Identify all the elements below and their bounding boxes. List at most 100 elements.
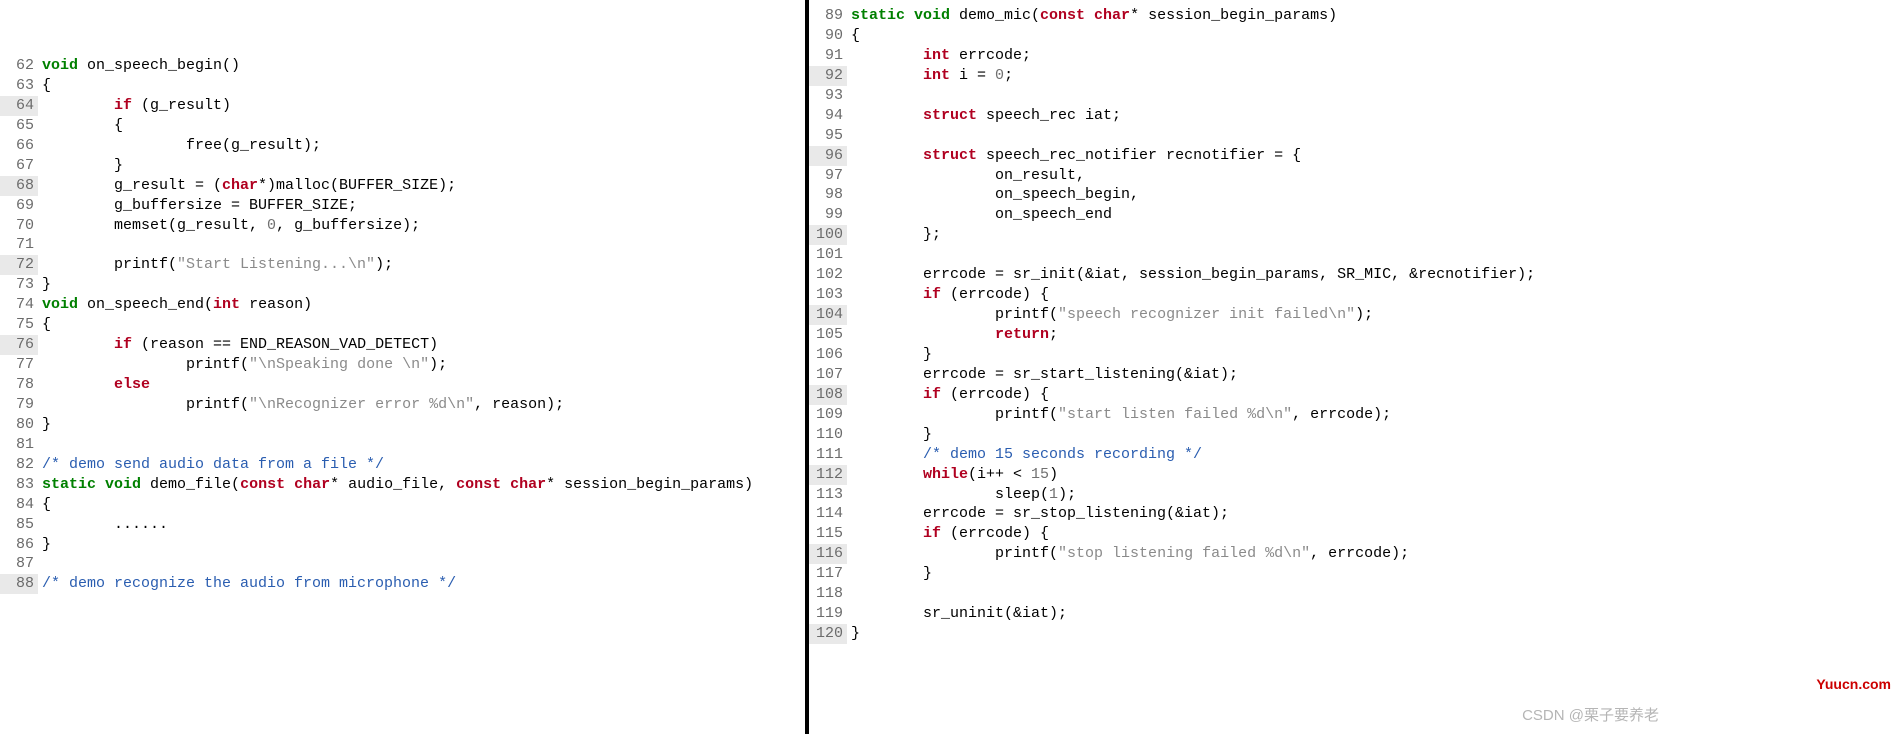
code-line: 113 sleep(1); xyxy=(809,485,1899,505)
code-line: 72 printf("Start Listening...\n"); xyxy=(0,255,805,275)
line-number: 105 xyxy=(809,325,847,345)
line-number: 114 xyxy=(809,504,847,524)
code-content: while(i++ < 15) xyxy=(847,465,1058,485)
code-content: { xyxy=(38,495,51,515)
line-number: 102 xyxy=(809,265,847,285)
code-line: 69 g_buffersize = BUFFER_SIZE; xyxy=(0,196,805,216)
line-number: 75 xyxy=(0,315,38,335)
line-number: 95 xyxy=(809,126,847,146)
line-number: 77 xyxy=(0,355,38,375)
code-content: memset(g_result, 0, g_buffersize); xyxy=(38,216,420,236)
code-line: 70 memset(g_result, 0, g_buffersize); xyxy=(0,216,805,236)
code-content: /* demo recognize the audio from microph… xyxy=(38,574,456,594)
line-number: 62 xyxy=(0,56,38,76)
code-line: 108 if (errcode) { xyxy=(809,385,1899,405)
line-number: 66 xyxy=(0,136,38,156)
code-content: void on_speech_end(int reason) xyxy=(38,295,312,315)
left-code-panel: 62void on_speech_begin()63{64 if (g_resu… xyxy=(0,0,805,734)
code-line: 88/* demo recognize the audio from micro… xyxy=(0,574,805,594)
code-line: 64 if (g_result) xyxy=(0,96,805,116)
code-content: on_speech_end xyxy=(847,205,1112,225)
line-number: 78 xyxy=(0,375,38,395)
code-content: { xyxy=(38,315,51,335)
code-content: sleep(1); xyxy=(847,485,1076,505)
code-content: errcode = sr_init(&iat, session_begin_pa… xyxy=(847,265,1535,285)
code-content xyxy=(847,584,851,604)
code-line: 114 errcode = sr_stop_listening(&iat); xyxy=(809,504,1899,524)
line-number: 72 xyxy=(0,255,38,275)
line-number: 92 xyxy=(809,66,847,86)
line-number: 109 xyxy=(809,405,847,425)
code-content: printf("\nSpeaking done \n"); xyxy=(38,355,447,375)
code-content: } xyxy=(38,535,51,555)
line-number: 110 xyxy=(809,425,847,445)
code-content: int errcode; xyxy=(847,46,1031,66)
code-content: sr_uninit(&iat); xyxy=(847,604,1067,624)
line-number: 113 xyxy=(809,485,847,505)
code-content: void on_speech_begin() xyxy=(38,56,240,76)
code-content xyxy=(38,435,42,455)
line-number: 101 xyxy=(809,245,847,265)
code-line: 117 } xyxy=(809,564,1899,584)
code-line: 118 xyxy=(809,584,1899,604)
code-line: 120} xyxy=(809,624,1899,644)
code-content: on_result, xyxy=(847,166,1085,186)
line-number: 68 xyxy=(0,176,38,196)
code-line: 77 printf("\nSpeaking done \n"); xyxy=(0,355,805,375)
code-line: 112 while(i++ < 15) xyxy=(809,465,1899,485)
code-line: 85 ...... xyxy=(0,515,805,535)
code-line: 79 printf("\nRecognizer error %d\n", rea… xyxy=(0,395,805,415)
line-number: 94 xyxy=(809,106,847,126)
code-line: 90{ xyxy=(809,26,1899,46)
code-line: 89static void demo_mic(const char* sessi… xyxy=(809,6,1899,26)
line-number: 81 xyxy=(0,435,38,455)
code-line: 65 { xyxy=(0,116,805,136)
line-number: 85 xyxy=(0,515,38,535)
code-line: 87 xyxy=(0,554,805,574)
line-number: 67 xyxy=(0,156,38,176)
code-line: 119 sr_uninit(&iat); xyxy=(809,604,1899,624)
code-content: errcode = sr_stop_listening(&iat); xyxy=(847,504,1229,524)
watermark-csdn: CSDN @栗子要养老 xyxy=(1522,706,1659,726)
code-line: 97 on_result, xyxy=(809,166,1899,186)
code-content: on_speech_begin, xyxy=(847,185,1139,205)
code-line: 101 xyxy=(809,245,1899,265)
line-number: 118 xyxy=(809,584,847,604)
line-number: 70 xyxy=(0,216,38,236)
code-content: /* demo 15 seconds recording */ xyxy=(847,445,1202,465)
code-content: } xyxy=(38,415,51,435)
code-content: if (errcode) { xyxy=(847,524,1049,544)
code-line: 80} xyxy=(0,415,805,435)
code-content: /* demo send audio data from a file */ xyxy=(38,455,384,475)
code-content xyxy=(38,554,42,574)
line-number: 112 xyxy=(809,465,847,485)
code-line: 75{ xyxy=(0,315,805,335)
code-content: printf("Start Listening...\n"); xyxy=(38,255,393,275)
code-line: 93 xyxy=(809,86,1899,106)
code-content: if (g_result) xyxy=(38,96,231,116)
code-content xyxy=(847,126,851,146)
code-content: printf("start listen failed %d\n", errco… xyxy=(847,405,1391,425)
line-number: 120 xyxy=(809,624,847,644)
line-number: 82 xyxy=(0,455,38,475)
line-number: 98 xyxy=(809,185,847,205)
code-line: 107 errcode = sr_start_listening(&iat); xyxy=(809,365,1899,385)
line-number: 90 xyxy=(809,26,847,46)
line-number: 96 xyxy=(809,146,847,166)
code-line: 76 if (reason == END_REASON_VAD_DETECT) xyxy=(0,335,805,355)
line-number: 91 xyxy=(809,46,847,66)
code-content: if (reason == END_REASON_VAD_DETECT) xyxy=(38,335,438,355)
code-content: struct speech_rec_notifier recnotifier =… xyxy=(847,146,1301,166)
line-number: 69 xyxy=(0,196,38,216)
line-number: 89 xyxy=(809,6,847,26)
code-line: 111 /* demo 15 seconds recording */ xyxy=(809,445,1899,465)
line-number: 76 xyxy=(0,335,38,355)
code-content: errcode = sr_start_listening(&iat); xyxy=(847,365,1238,385)
code-content: { xyxy=(38,116,123,136)
code-line: 92 int i = 0; xyxy=(809,66,1899,86)
line-number: 88 xyxy=(0,574,38,594)
line-number: 97 xyxy=(809,166,847,186)
code-content xyxy=(847,245,851,265)
line-number: 79 xyxy=(0,395,38,415)
line-number: 106 xyxy=(809,345,847,365)
